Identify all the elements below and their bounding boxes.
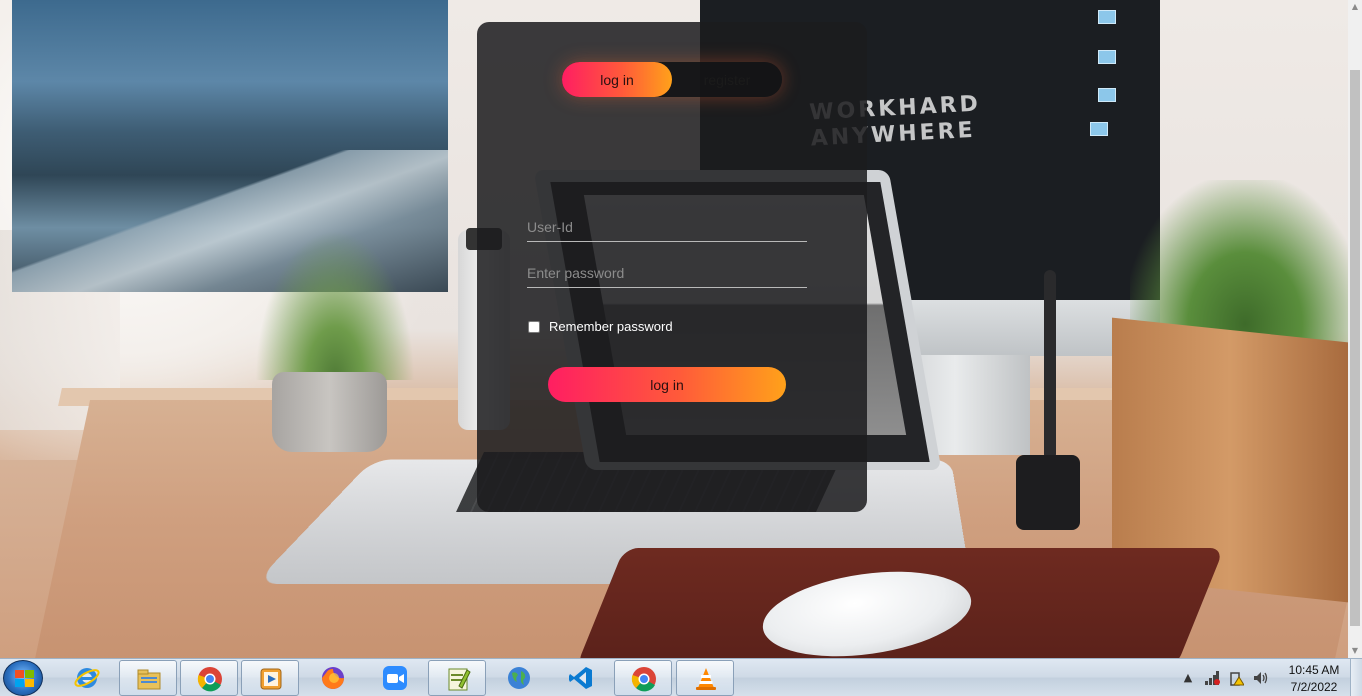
login-register-toggle: log in register [562, 62, 782, 97]
userid-input[interactable] [527, 212, 807, 242]
zoom-icon [383, 666, 407, 690]
taskbar-media-player[interactable] [241, 660, 299, 696]
stylus-pen [1044, 270, 1056, 460]
clock-date[interactable]: 7/2/2022 [1280, 680, 1348, 694]
vscode-icon [569, 667, 592, 689]
show-desktop-button[interactable] [1350, 659, 1362, 696]
monitor-desktop-icon [1090, 122, 1108, 136]
taskbar-chrome-second[interactable] [614, 660, 672, 696]
remember-password-label: Remember password [549, 319, 673, 334]
clock-time[interactable]: 10:45 AM [1280, 663, 1348, 677]
taskbar-file-explorer[interactable] [119, 660, 177, 696]
taskbar-vscode[interactable] [552, 660, 610, 696]
taskbar-notepad-plus-plus[interactable] [428, 660, 486, 696]
monitor-desktop-icon [1098, 50, 1116, 64]
globe-icon [508, 667, 530, 689]
show-hidden-icons-icon[interactable]: ▲ [1180, 670, 1196, 686]
pen-holder [1016, 455, 1080, 530]
taskbar-globe-app[interactable] [490, 660, 548, 696]
monitor-desktop-icon [1098, 88, 1116, 102]
taskbar-internet-explorer[interactable] [58, 660, 116, 696]
monitor-desktop-icon [1098, 10, 1116, 24]
notepad-plus-plus-icon [448, 668, 471, 691]
firefox-icon [322, 667, 344, 689]
volume-icon[interactable] [1252, 670, 1268, 686]
password-input[interactable] [527, 258, 807, 288]
taskbar-vlc[interactable] [676, 660, 734, 696]
windows-start-icon[interactable] [3, 660, 43, 696]
plant-pot [272, 372, 387, 452]
vlc-icon [696, 668, 716, 690]
taskbar-chrome[interactable] [180, 660, 238, 696]
file-explorer-icon [137, 669, 161, 690]
taskbar-firefox[interactable] [304, 660, 362, 696]
tab-register[interactable]: register [672, 62, 782, 97]
login-card: log in register Remember password log in [477, 22, 867, 512]
taskbar: ▲ 10:45 AM 7/2/2022 [0, 658, 1362, 696]
tab-log-in[interactable]: log in [562, 62, 672, 97]
scrollbar-thumb[interactable] [1350, 70, 1360, 626]
internet-explorer-icon [74, 668, 100, 688]
network-icon[interactable] [1204, 670, 1220, 686]
taskbar-zoom[interactable] [366, 660, 424, 696]
plant-left [255, 230, 415, 380]
power-warning-icon[interactable] [1228, 670, 1244, 686]
chrome-icon [631, 667, 656, 692]
chrome-icon [197, 667, 222, 692]
remember-password-checkbox[interactable] [528, 321, 540, 333]
media-player-icon [260, 668, 282, 690]
scroll-up-arrow-icon[interactable]: ▲ [1348, 0, 1362, 14]
log-in-button[interactable]: log in [548, 367, 786, 402]
scroll-down-arrow-icon[interactable]: ▼ [1348, 644, 1362, 658]
